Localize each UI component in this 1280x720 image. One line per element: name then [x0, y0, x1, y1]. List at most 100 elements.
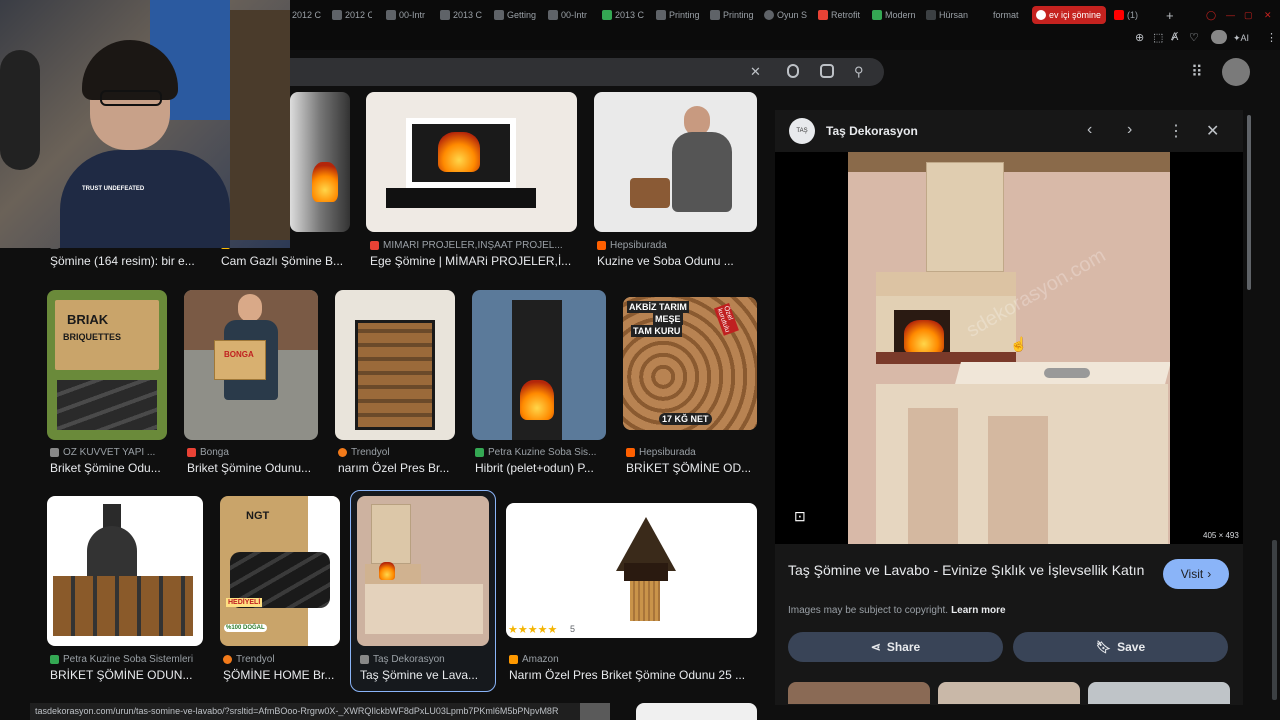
amazon-icon	[509, 655, 518, 664]
site-favicon-icon	[187, 448, 196, 457]
result-title[interactable]: Hibrit (pelet+odun) P...	[475, 461, 606, 475]
result-image[interactable]	[290, 92, 350, 232]
result-source: OZ KUVVET YAPI ...	[50, 447, 166, 458]
result-source: Trendyol	[338, 447, 454, 458]
result-source: Petra Kuzine Soba Sis...	[475, 447, 606, 458]
result-image[interactable]	[47, 496, 203, 646]
site-logo[interactable]: TAŞ	[789, 118, 815, 144]
result-image[interactable]	[366, 92, 577, 232]
result-source: Hepsiburada	[626, 447, 757, 458]
apps-icon[interactable]: ⠿	[1191, 62, 1203, 82]
preview-image[interactable]: sdekorasyon.com	[848, 152, 1170, 544]
browser-tab[interactable]: Hürsan	[926, 6, 970, 24]
browser-tab[interactable]: Oyun S	[764, 6, 808, 24]
browser-tab[interactable]: 2012 C	[332, 6, 372, 24]
account-avatar[interactable]	[1222, 58, 1250, 86]
doc-icon	[440, 10, 450, 20]
preview-title[interactable]: Taş Şömine ve Lavabo - Evinize Şıklık ve…	[788, 560, 1148, 580]
akbiz-weight: 17 KĞ NET	[659, 413, 712, 425]
result-title[interactable]: Briket Şömine Odunu...	[187, 461, 317, 475]
save-button[interactable]: 🔖︎ Save	[1013, 632, 1228, 662]
search-icon[interactable]: ⚲	[854, 64, 864, 80]
site-favicon-icon	[370, 241, 379, 250]
favorite-icon[interactable]: ♡	[1189, 31, 1199, 44]
result-title[interactable]: Cam Gazlı Şömine B...	[221, 254, 349, 268]
result-image[interactable]: NGT HEDİYELİ %100 DOĞAL	[220, 496, 340, 646]
browser-tab-active[interactable]: ev içi şömine	[1032, 6, 1106, 24]
site-favicon-icon	[50, 655, 59, 664]
menu-icon[interactable]: ⋮	[1266, 31, 1277, 44]
result-source: Hepsiburada	[597, 240, 757, 251]
ai-button[interactable]: ✦AI	[1233, 33, 1249, 44]
trendyol-icon	[338, 448, 347, 457]
browser-tab[interactable]: 00-Intr	[386, 6, 428, 24]
result-title[interactable]: Taş Şömine ve Lava...	[360, 668, 490, 682]
doc-icon	[494, 10, 504, 20]
result-title[interactable]: ŞÖMİNE HOME Br...	[223, 668, 340, 682]
browser-tab[interactable]: format	[980, 6, 1022, 24]
clear-search-icon[interactable]: ✕	[750, 64, 761, 80]
site-favicon-icon	[980, 10, 990, 20]
result-source: Taş Dekorasyon	[360, 654, 490, 665]
doc-icon	[386, 10, 396, 20]
screenshot-icon[interactable]: ⬚	[1153, 31, 1163, 44]
result-title[interactable]: Şömine (164 resim): bir e...	[50, 254, 200, 268]
hepsiburada-icon	[597, 241, 606, 250]
previous-icon[interactable]: ‹	[1087, 121, 1092, 139]
browser-tab[interactable]: 2013 C	[440, 6, 482, 24]
close-window-icon[interactable]: ✕	[1264, 6, 1276, 24]
visit-button[interactable]: Visit ›	[1163, 559, 1229, 589]
browser-tab[interactable]: 00-Intr	[548, 6, 590, 24]
result-title[interactable]: BRİKET ŞÖMİNE ODUN...	[50, 668, 200, 682]
browser-tab[interactable]: (1)	[1114, 6, 1158, 24]
result-image[interactable]	[594, 92, 757, 232]
bonga-box-label: BONGA	[224, 350, 254, 359]
rating-stars-icon: ★★★★★	[508, 624, 558, 636]
trendyol-icon	[223, 655, 232, 664]
panel-site-name[interactable]: Taş Dekorasyon	[826, 124, 918, 138]
result-image[interactable]	[335, 290, 455, 440]
result-image[interactable]: BONGA	[184, 290, 318, 440]
browser-tab[interactable]: 2013 C	[602, 6, 644, 24]
browser-tab[interactable]: Getting	[494, 6, 540, 24]
chevron-right-icon: ›	[1207, 567, 1212, 581]
briquettes-brand: BRIAK	[67, 312, 109, 327]
profile-avatar[interactable]	[1211, 30, 1227, 44]
browser-tab[interactable]: Retrofit	[818, 6, 862, 24]
related-image[interactable]	[1088, 682, 1230, 704]
page-scrollbar[interactable]	[1272, 540, 1277, 700]
result-image[interactable]	[580, 703, 610, 720]
google-lens-icon[interactable]: ⊡	[794, 508, 806, 525]
zoom-icon[interactable]: ⊕	[1135, 31, 1144, 44]
lens-icon[interactable]	[820, 64, 834, 78]
result-title[interactable]: Narım Özel Pres Briket Şömine Odunu 25 .…	[509, 668, 757, 682]
related-image[interactable]	[938, 682, 1080, 704]
result-title[interactable]: Ege Şömine | MİMARi PROJELER,İ...	[370, 254, 575, 268]
browser-tab[interactable]: Modern	[872, 6, 916, 24]
result-image[interactable]: ★★★★★ 5	[506, 503, 757, 638]
result-image[interactable]: AKBİZ TARIM MEŞE TAM KURU Özel kurutulu …	[623, 297, 757, 430]
new-tab-button[interactable]: +	[1166, 6, 1180, 24]
close-panel-icon[interactable]: ✕	[1206, 121, 1219, 141]
related-image[interactable]	[788, 682, 930, 704]
result-title[interactable]: Briket Şömine Odu...	[50, 461, 166, 475]
minimize-icon[interactable]: —	[1226, 6, 1238, 24]
result-title[interactable]: narım Özel Pres Br...	[338, 461, 454, 475]
result-image[interactable]	[357, 496, 489, 646]
result-image[interactable]	[472, 290, 606, 440]
result-title[interactable]: BRİKET ŞÖMİNE OD...	[626, 461, 757, 475]
share-button[interactable]: ⋖ Share	[788, 632, 1003, 662]
learn-more-link[interactable]: Learn more	[951, 605, 1005, 616]
result-image[interactable]: BRIAK BRIQUETTES	[47, 290, 167, 440]
translate-icon[interactable]: Ⱥ	[1171, 31, 1178, 43]
next-icon[interactable]: ›	[1127, 121, 1132, 139]
more-options-icon[interactable]: ⋮	[1168, 121, 1184, 141]
panel-scrollbar[interactable]	[1247, 115, 1251, 290]
browser-tab[interactable]: Printing	[656, 6, 700, 24]
mic-icon[interactable]	[787, 64, 799, 78]
browser-tab[interactable]: 2012 C	[292, 6, 324, 24]
result-image[interactable]	[636, 703, 757, 720]
browser-tab[interactable]: Printing	[710, 6, 754, 24]
result-title[interactable]: Kuzine ve Soba Odunu ...	[597, 254, 757, 268]
maximize-icon[interactable]: ▢	[1244, 6, 1256, 24]
